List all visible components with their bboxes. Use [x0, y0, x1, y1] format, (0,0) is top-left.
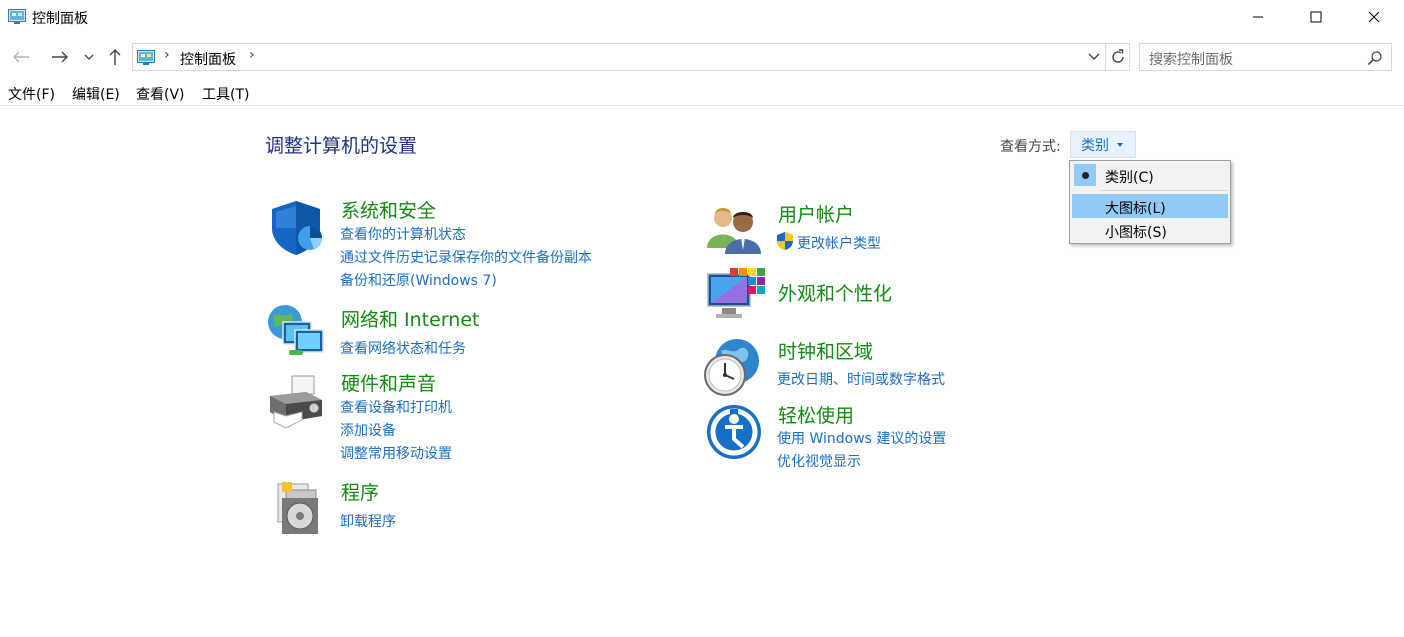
link-add-device[interactable]: 添加设备 [340, 420, 396, 440]
menu-file[interactable]: 文件(F) [8, 84, 55, 104]
caret-down-icon [1117, 142, 1123, 147]
refresh-button[interactable] [1106, 43, 1130, 71]
link-network-status[interactable]: 查看网络状态和任务 [340, 338, 466, 358]
menu-item-large-icons[interactable]: 大图标(L) [1072, 194, 1228, 218]
view-by-label: 查看方式: [1000, 139, 1061, 155]
minimize-button[interactable] [1229, 0, 1287, 34]
menu-item-category[interactable]: 类别(C) [1072, 163, 1228, 187]
link-uninstall-program[interactable]: 卸载程序 [340, 511, 396, 531]
link-change-account-type[interactable]: 更改帐户类型 [797, 233, 881, 253]
menu-bar: 文件(F) 编辑(E) 查看(V) 工具(T) [0, 80, 1404, 106]
category-network-internet[interactable]: 网络和 Internet [341, 305, 479, 332]
link-check-computer-status[interactable]: 查看你的计算机状态 [340, 224, 466, 244]
arrow-up-icon [109, 49, 121, 65]
link-recommended-settings[interactable]: 使用 Windows 建议的设置 [777, 428, 946, 448]
users-icon[interactable] [705, 200, 765, 260]
recent-locations-button[interactable] [80, 46, 98, 68]
arrow-left-icon [13, 51, 29, 63]
window-title: 控制面板 [32, 11, 88, 27]
forward-button[interactable] [49, 46, 71, 68]
refresh-icon [1111, 49, 1124, 63]
view-by-value: 类别 [1081, 137, 1109, 154]
minimize-icon [1253, 16, 1263, 18]
shield-icon[interactable] [266, 198, 326, 258]
search-input[interactable]: 搜索控制面板 [1149, 49, 1233, 69]
program-disc-icon[interactable] [268, 478, 328, 538]
category-system-security[interactable]: 系统和安全 [341, 196, 436, 223]
maximize-icon [1310, 11, 1322, 23]
maximize-button[interactable] [1287, 0, 1345, 34]
menu-view[interactable]: 查看(V) [136, 84, 185, 104]
breadcrumb-control-panel[interactable]: 控制面板 [180, 49, 236, 69]
menu-item-label: 大图标(L) [1105, 201, 1166, 217]
control-panel-icon [8, 9, 26, 24]
view-by-dropdown[interactable]: 类别 [1070, 131, 1136, 158]
search-box[interactable]: 搜索控制面板 [1139, 43, 1392, 71]
arrow-right-icon [52, 51, 68, 63]
close-icon [1368, 11, 1380, 23]
ease-of-access-icon[interactable] [705, 403, 765, 463]
title-bar: 控制面板 [0, 0, 1404, 36]
menu-item-small-icons[interactable]: 小图标(S) [1072, 218, 1228, 242]
menu-tools[interactable]: 工具(T) [202, 84, 249, 104]
menu-separator [1100, 190, 1228, 191]
address-dropdown-button[interactable] [1085, 48, 1103, 66]
chevron-down-icon [84, 54, 94, 60]
back-button[interactable] [10, 46, 32, 68]
uac-shield-icon [777, 232, 793, 250]
breadcrumb-separator[interactable]: › [249, 47, 255, 63]
category-user-accounts[interactable]: 用户帐户 [778, 200, 854, 227]
clock-globe-icon[interactable] [703, 337, 763, 397]
category-appearance[interactable]: 外观和个性化 [778, 279, 892, 306]
breadcrumb-separator[interactable]: › [164, 47, 170, 63]
menu-item-label: 类别(C) [1105, 170, 1154, 186]
close-button[interactable] [1345, 0, 1403, 34]
radio-bullet-icon [1074, 164, 1096, 186]
category-hardware-sound[interactable]: 硬件和声音 [341, 369, 436, 396]
category-programs[interactable]: 程序 [341, 478, 379, 505]
view-by-menu: 类别(C) 大图标(L) 小图标(S) [1069, 160, 1231, 244]
printer-icon[interactable] [266, 372, 326, 432]
link-change-date-time-format[interactable]: 更改日期、时间或数字格式 [777, 369, 945, 389]
address-bar[interactable]: › 控制面板 › [132, 43, 1106, 71]
page-title: 调整计算机的设置 [265, 135, 418, 157]
category-clock-region[interactable]: 时钟和区域 [778, 337, 873, 364]
control-panel-icon [137, 50, 155, 65]
category-ease-of-access[interactable]: 轻松使用 [778, 401, 854, 428]
menu-item-label: 小图标(S) [1105, 225, 1167, 241]
link-file-history-backup[interactable]: 通过文件历史记录保存你的文件备份副本 [340, 247, 592, 267]
search-icon[interactable] [1367, 50, 1383, 66]
navigation-bar: › 控制面板 › 搜索控制面板 [0, 42, 1404, 72]
monitor-palette-icon[interactable] [706, 266, 766, 326]
menu-edit[interactable]: 编辑(E) [72, 84, 120, 104]
chevron-down-icon [1088, 53, 1100, 60]
up-button[interactable] [104, 46, 126, 68]
link-optimize-visual-display[interactable]: 优化视觉显示 [777, 451, 861, 471]
network-globe-icon[interactable] [265, 302, 325, 362]
link-devices-printers[interactable]: 查看设备和打印机 [340, 397, 452, 417]
link-backup-restore[interactable]: 备份和还原(Windows 7) [340, 270, 497, 290]
link-mobility-settings[interactable]: 调整常用移动设置 [340, 443, 452, 463]
